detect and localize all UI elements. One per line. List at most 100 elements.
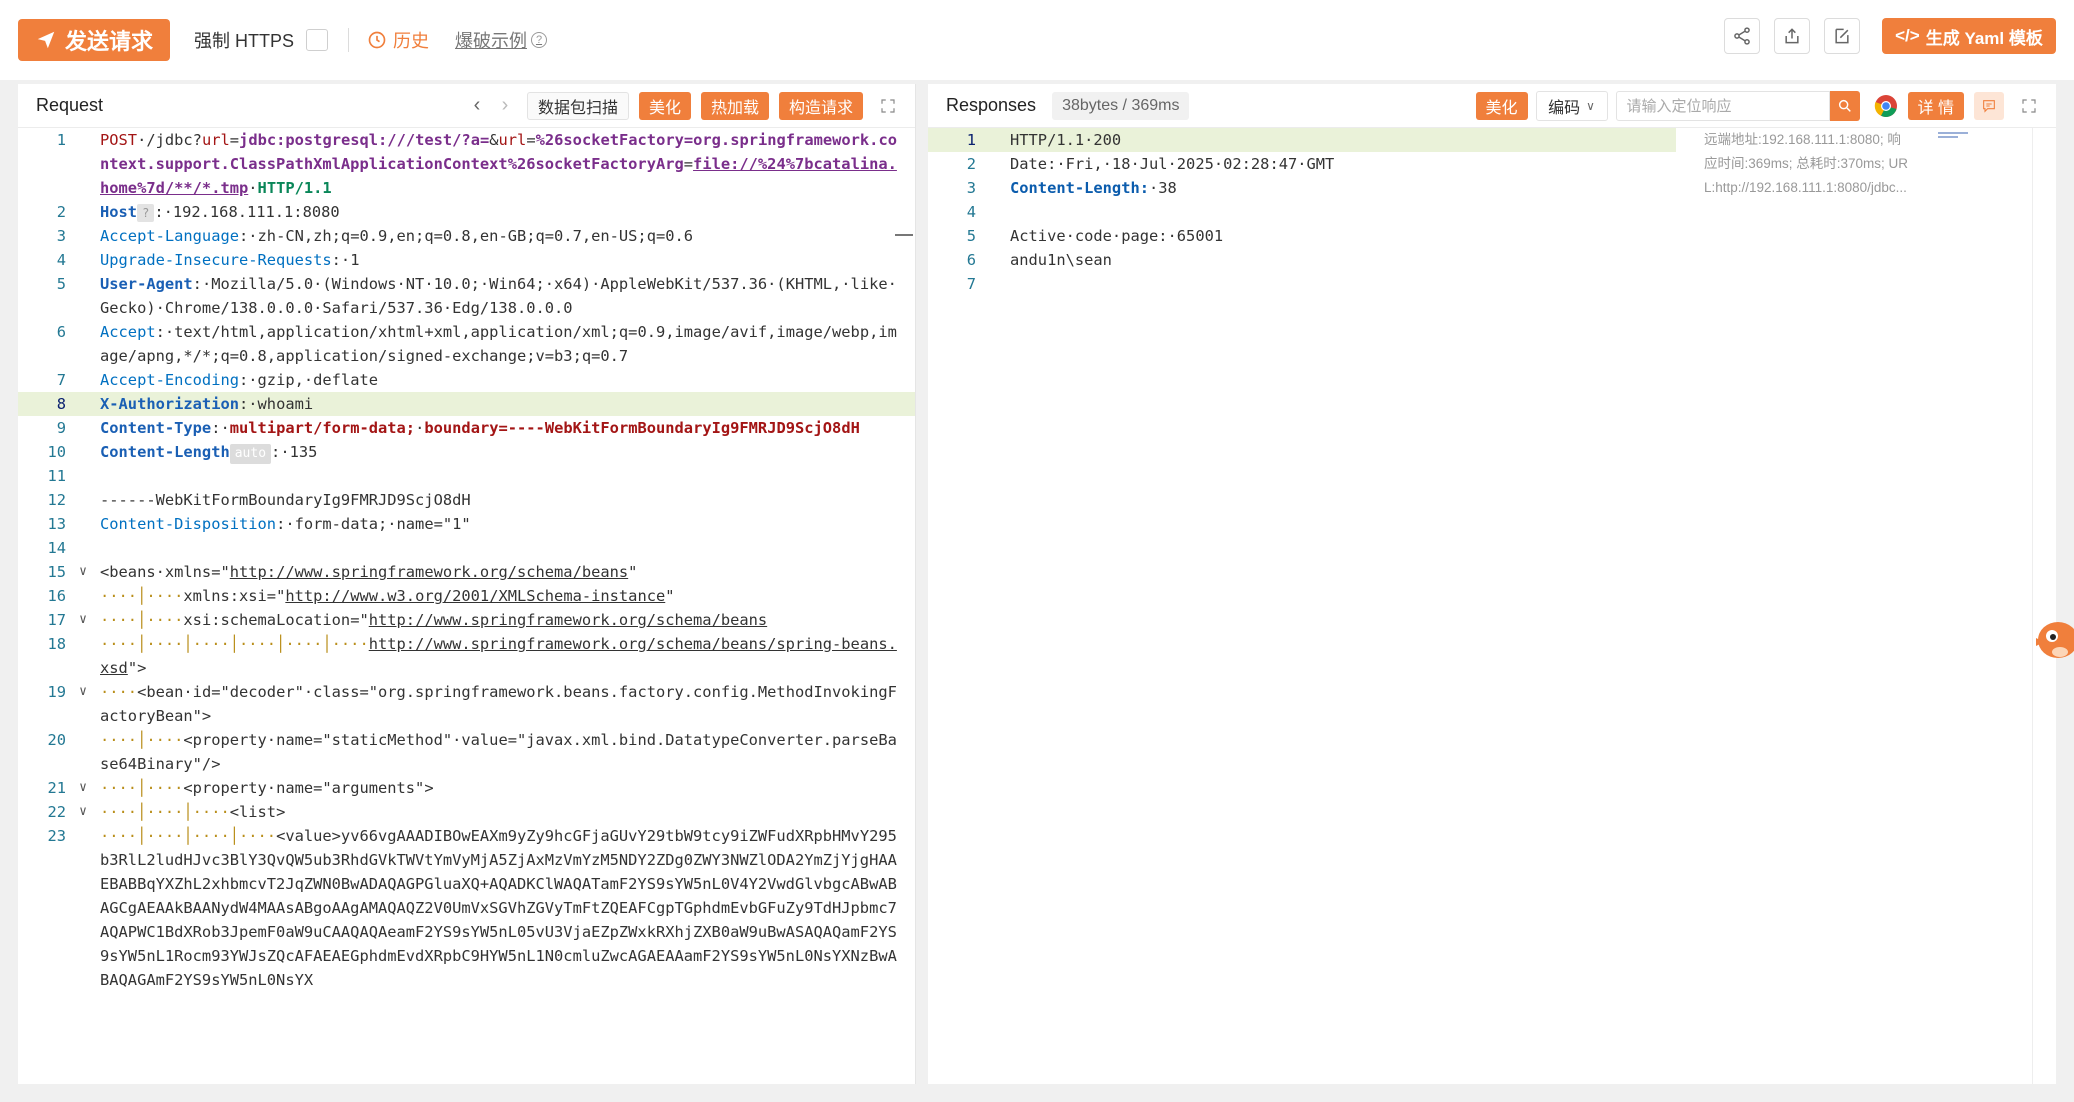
details-button[interactable]: 详 情 — [1907, 91, 1964, 120]
request-line[interactable]: 10 Content-Length auto:·135 — [18, 440, 915, 464]
line-number: 15 — [47, 563, 66, 581]
response-beautify-button[interactable]: 美化 — [1475, 91, 1528, 120]
edit-button[interactable] — [1824, 18, 1860, 54]
fold-chevron-icon[interactable]: ∨ — [66, 560, 100, 584]
line-number: 22 — [47, 803, 66, 821]
response-search-input[interactable]: 请输入定位响应 — [1615, 90, 1830, 121]
edit-icon — [1835, 28, 1849, 44]
request-line[interactable]: 4 Upgrade-Insecure-Requests:·1 — [18, 248, 915, 272]
construct-request-button[interactable]: 构造请求 — [778, 91, 863, 120]
request-line[interactable]: 19 ∨ ····<bean·id="decoder"·class="org.spr… — [18, 680, 915, 728]
fold-gutter — [976, 128, 1010, 152]
request-line[interactable]: 17 ∨ ····│····xsi:schemaLocation="http://w… — [18, 608, 915, 632]
fold-gutter — [66, 824, 100, 992]
share-button[interactable] — [1724, 18, 1760, 54]
request-line[interactable]: 18 ····│····│····│····│····│····http://ww… — [18, 632, 915, 680]
generate-yaml-label: 生成 Yaml 模板 — [1925, 28, 2043, 48]
request-expand-button[interactable] — [873, 91, 903, 121]
request-line[interactable]: 1 POST·/jdbc?url=jdbc:postgresql:///test/… — [18, 128, 915, 200]
fold-chevron-icon[interactable]: ∨ — [66, 776, 100, 800]
response-panel: Responses 38bytes / 369ms 美化 编码 ∨ 请输入定位响… — [928, 84, 2056, 1084]
response-expand-button[interactable] — [2014, 91, 2044, 121]
comment-button[interactable] — [1974, 91, 2004, 120]
request-line[interactable]: 20 ····│····<property·name="staticMethod"… — [18, 728, 915, 776]
response-meta-line: 远端地址:192.168.111.1:8080; 响 — [1704, 132, 1901, 147]
history-button[interactable]: 历史 — [367, 27, 429, 53]
request-line[interactable]: 9 Content-Type:·multipart/form-data;·boun… — [18, 416, 915, 440]
packet-scan-button[interactable]: 数据包扫描 — [526, 91, 629, 120]
response-line[interactable]: 1 HTTP/1.1·200 — [928, 128, 1676, 152]
response-search-button[interactable] — [1829, 90, 1860, 121]
fold-gutter — [976, 248, 1010, 272]
line-number: 1 — [966, 131, 976, 149]
request-line[interactable]: 22 ∨ ····│····│····<list> — [18, 800, 915, 824]
request-line[interactable]: 16 ····│····xmlns:xsi="http://www.w3.org/… — [18, 584, 915, 608]
fold-gutter — [66, 320, 100, 368]
line-number: 4 — [966, 203, 976, 221]
response-line[interactable]: 6 andu1n\sean — [928, 248, 1676, 272]
chrome-icon[interactable] — [1874, 94, 1898, 118]
request-title: Request — [36, 95, 104, 115]
force-https-checkbox[interactable] — [306, 29, 329, 51]
toolbar-actions: </> 生成 Yaml 模板 — [1724, 18, 2056, 54]
request-line[interactable]: 6 Accept:·text/html,application/xhtml+xml… — [18, 320, 915, 368]
send-request-label: 发送请求 — [64, 29, 153, 54]
generate-yaml-button[interactable]: </> 生成 Yaml 模板 — [1882, 18, 2056, 54]
response-line[interactable]: 3 Content-Length:·38 — [928, 176, 1676, 200]
fold-gutter — [66, 248, 100, 272]
request-editor[interactable]: 1 POST·/jdbc?url=jdbc:postgresql:///test/… — [18, 128, 915, 1084]
line-number: 16 — [47, 587, 66, 605]
line-number: 7 — [56, 371, 66, 389]
line-number: 4 — [56, 251, 66, 269]
request-line[interactable]: 21 ∨ ····│····<property·name="arguments"> — [18, 776, 915, 800]
encoding-select[interactable]: 编码 ∨ — [1535, 90, 1608, 121]
request-line[interactable]: 7 Accept-Encoding:·gzip,·deflate — [18, 368, 915, 392]
fold-gutter — [66, 464, 100, 488]
fold-gutter — [66, 584, 100, 608]
fold-gutter — [976, 152, 1010, 176]
request-line[interactable]: 13 Content-Disposition:·form-data;·name="… — [18, 512, 915, 536]
fold-gutter — [66, 488, 100, 512]
request-line[interactable]: 2 Host?:·192.168.111.1:8080 — [18, 200, 915, 224]
response-line-text: Active·code·page:·65001 — [1010, 227, 1224, 245]
fold-gutter — [976, 224, 1010, 248]
request-line[interactable]: 11 — [18, 464, 915, 488]
fold-gutter — [66, 224, 100, 248]
request-beautify-button[interactable]: 美化 — [638, 91, 691, 120]
line-number: 2 — [56, 203, 66, 221]
request-line[interactable]: 5 User-Agent:·Mozilla/5.0·(Windows·NT·10.… — [18, 272, 915, 320]
request-line-text: X-Authorization:·whoami — [100, 395, 314, 413]
response-line[interactable]: 7 — [928, 272, 1676, 296]
request-line[interactable]: 12 ------WebKitFormBoundaryIg9FMRJD9ScjO8… — [18, 488, 915, 512]
response-line[interactable]: 5 Active·code·page:·65001 — [928, 224, 1676, 248]
export-button[interactable] — [1774, 18, 1810, 54]
hot-load-button[interactable]: 热加载 — [700, 91, 769, 120]
fold-chevron-icon[interactable]: ∨ — [66, 800, 100, 824]
comment-icon — [1983, 99, 1995, 113]
mascot-icon[interactable] — [2030, 608, 2074, 672]
send-request-button[interactable]: 发送请求 — [18, 19, 170, 61]
response-scrollbar[interactable] — [2032, 128, 2056, 1084]
response-editor[interactable]: 1 HTTP/1.1·200 2 Date:·Fri,·18·Jul·2025·02:… — [928, 128, 1676, 1084]
request-line[interactable]: 15 ∨ <beans·xmlns="http://www.springframew… — [18, 560, 915, 584]
fold-chevron-icon[interactable]: ∨ — [66, 680, 100, 728]
response-stats-badge: 38bytes / 369ms — [1052, 91, 1190, 120]
response-line-text — [1010, 272, 1676, 296]
request-line-text: ------WebKitFormBoundaryIg9FMRJD9ScjO8dH — [100, 491, 471, 509]
request-line[interactable]: 23 ····│····│····│····<value>yv66vgAAADIB… — [18, 824, 915, 992]
request-line[interactable]: 14 — [18, 536, 915, 560]
fold-chevron-icon[interactable]: ∨ — [66, 608, 100, 632]
response-line[interactable]: 4 — [928, 200, 1676, 224]
response-line[interactable]: 2 Date:·Fri,·18·Jul·2025·02:28:47·GMT — [928, 152, 1676, 176]
request-panel: Request ‹ › 数据包扫描 美化 热加载 构造请求 1 POST·/jdb… — [18, 84, 916, 1084]
brute-example-link[interactable]: 爆破示例 ? — [455, 27, 548, 53]
request-line[interactable]: 8 X-Authorization:·whoami — [18, 392, 915, 416]
request-scrollbar[interactable] — [893, 128, 915, 1084]
clock-icon — [368, 31, 386, 49]
response-header: Responses 38bytes / 369ms 美化 编码 ∨ 请输入定位响… — [928, 84, 2056, 128]
request-header: Request ‹ › 数据包扫描 美化 热加载 构造请求 — [18, 84, 915, 128]
chevron-left-icon[interactable]: ‹ — [463, 92, 491, 120]
request-line[interactable]: 3 Accept-Language:·zh-CN,zh;q=0.9,en;q=0.… — [18, 224, 915, 248]
send-icon — [37, 31, 55, 49]
chevron-right-icon[interactable]: › — [491, 92, 519, 120]
